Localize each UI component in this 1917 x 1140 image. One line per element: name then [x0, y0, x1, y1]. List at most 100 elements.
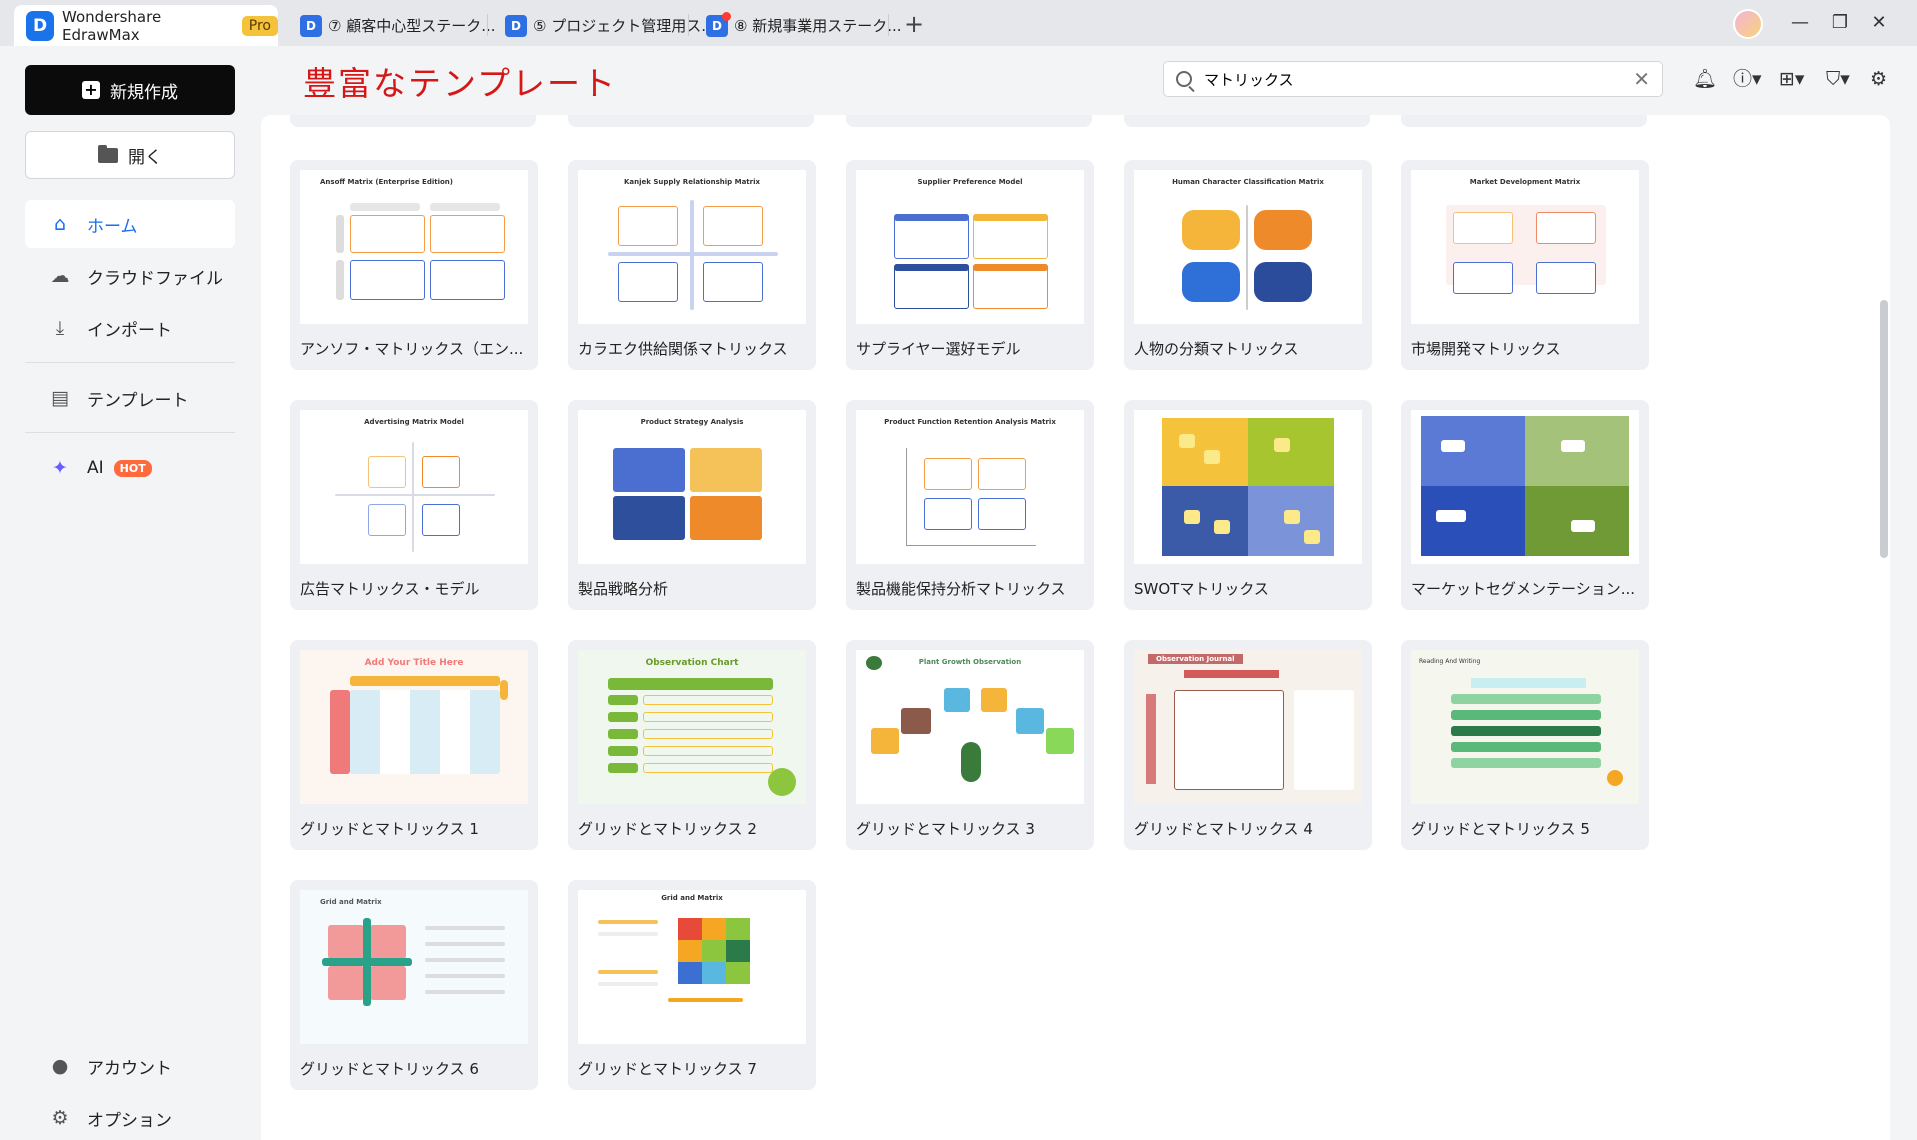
template-card[interactable]: Advertising Matrix Model 広告マトリックス・モデル: [290, 400, 538, 610]
sidebar-item-label: ホーム: [87, 216, 138, 237]
thumbnail-title: Market Development Matrix: [1469, 178, 1581, 186]
sidebar-divider: [25, 362, 235, 363]
hot-badge: HOT: [113, 459, 152, 477]
thumbnail-title: Plant Growth Observation: [918, 658, 1022, 666]
template-thumbnail: Advertising Matrix Model: [300, 410, 528, 564]
template-card[interactable]: Human Character Classification Matrix 人物…: [1124, 160, 1372, 370]
tab-label: ⑦ 顧客中心型ステーク...: [328, 17, 496, 35]
search-bar[interactable]: ✕: [1163, 61, 1663, 97]
tab-document-3[interactable]: D ⑧ 新規事業用ステーク...: [706, 5, 902, 46]
card-peek: [1401, 115, 1647, 127]
template-card[interactable]: マーケットセグメンテーション...: [1401, 400, 1649, 610]
tab-divider: [888, 14, 889, 36]
close-window-button[interactable]: ✕: [1864, 8, 1894, 38]
template-thumbnail: Grid and Matrix: [300, 890, 528, 1044]
template-card[interactable]: Supplier Preference Model サプライヤー選好モデル: [846, 160, 1094, 370]
thumbnail-title: Grid and Matrix: [320, 898, 382, 906]
bell-icon[interactable]: 🔔︎: [1693, 66, 1717, 92]
template-thumbnail: Plant Growth Observation: [856, 650, 1084, 804]
template-thumbnail: Kanjek Supply Relationship Matrix: [578, 170, 806, 324]
search-input[interactable]: [1204, 70, 1634, 88]
restore-button[interactable]: ❐: [1825, 8, 1855, 38]
template-card[interactable]: Grid and Matrix グリッドとマトリックス 7: [568, 880, 816, 1090]
template-thumbnail: Supplier Preference Model: [856, 170, 1084, 324]
template-card[interactable]: Plant Growth Observation グリッドとマトリックス 3: [846, 640, 1094, 850]
template-card[interactable]: Product Strategy Analysis 製品戦略分析: [568, 400, 816, 610]
help-icon[interactable]: ⓘ▾: [1733, 66, 1762, 92]
sparkle-icon: ✦: [52, 457, 68, 479]
template-label: 製品機能保持分析マトリックス: [856, 580, 1066, 598]
template-thumbnail: Product Function Retention Analysis Matr…: [856, 410, 1084, 564]
sidebar-item-label: テンプレート: [87, 390, 189, 411]
sidebar-item-label: アカウント: [87, 1058, 172, 1079]
home-icon: ⌂: [53, 213, 67, 235]
card-peek: [568, 115, 814, 127]
template-thumbnail: [1134, 410, 1362, 564]
thumbnail-title: Reading And Writing: [1419, 658, 1481, 665]
template-card[interactable]: Observation Chart グリッドとマトリックス 2: [568, 640, 816, 850]
sidebar-item-account[interactable]: ● アカウント: [25, 1042, 235, 1090]
document-icon: D: [706, 11, 731, 37]
theme-shirt-icon[interactable]: ⛉▾: [1826, 66, 1850, 92]
template-label: グリッドとマトリックス 6: [300, 1060, 479, 1078]
sidebar-item-label: インポート: [87, 320, 172, 341]
template-card[interactable]: Product Function Retention Analysis Matr…: [846, 400, 1094, 610]
template-label: グリッドとマトリックス 1: [300, 820, 479, 838]
edrawmax-logo-icon: D: [26, 10, 55, 41]
thumbnail-title: Supplier Preference Model: [917, 178, 1023, 186]
clear-search-icon[interactable]: ✕: [1633, 67, 1650, 91]
template-card[interactable]: Grid and Matrix グリッドとマトリックス 6: [290, 880, 538, 1090]
sidebar-item-home[interactable]: ⌂ ホーム: [25, 200, 235, 248]
template-card[interactable]: Kanjek Supply Relationship Matrix カラエク供給…: [568, 160, 816, 370]
template-thumbnail: [1411, 410, 1639, 564]
thumbnail-title: Product Function Retention Analysis Matr…: [884, 418, 1056, 426]
new-tab-button[interactable]: +: [900, 10, 928, 38]
tab-divider: [688, 14, 689, 36]
user-avatar[interactable]: [1733, 9, 1763, 39]
template-thumbnail: Observation Chart: [578, 650, 806, 804]
template-card[interactable]: Ansoff Matrix (Enterprise Edition) アンソフ・…: [290, 160, 538, 370]
template-thumbnail: Product Strategy Analysis: [578, 410, 806, 564]
sidebar-item-templates[interactable]: ▤ テンプレート: [25, 374, 235, 422]
template-card[interactable]: Add Your Title Here グリッドとマトリックス 1: [290, 640, 538, 850]
thumbnail-title: Kanjek Supply Relationship Matrix: [623, 178, 760, 186]
document-icon: D: [505, 14, 527, 37]
tab-document-1[interactable]: D ⑦ 顧客中心型ステーク...: [300, 5, 496, 46]
page-title: 豊富なテンプレート: [303, 64, 618, 103]
sidebar-item-label: オプション: [87, 1110, 172, 1131]
card-peek: [1124, 115, 1370, 127]
sidebar-item-import[interactable]: ⤓ インポート: [25, 304, 235, 352]
apps-grid-icon[interactable]: ⊞▾: [1779, 66, 1804, 92]
sidebar-item-options[interactable]: ⚙ オプション: [25, 1094, 235, 1140]
template-label: SWOTマトリックス: [1134, 580, 1269, 598]
vertical-scrollbar[interactable]: [1880, 300, 1888, 558]
template-label: グリッドとマトリックス 7: [578, 1060, 757, 1078]
new-document-button[interactable]: + 新規作成: [25, 65, 235, 115]
template-card[interactable]: Observation Journal グリッドとマトリックス 4: [1124, 640, 1372, 850]
plus-icon: +: [82, 81, 100, 99]
tab-document-2[interactable]: D ⑤ プロジェクト管理用ス...: [505, 5, 716, 46]
card-peek: [290, 115, 536, 127]
template-card[interactable]: SWOTマトリックス: [1124, 400, 1372, 610]
folder-icon: [98, 144, 118, 163]
template-card[interactable]: Reading And Writing グリッドとマトリックス 5: [1401, 640, 1649, 850]
tab-app-home[interactable]: D Wondershare EdrawMax Pro: [14, 5, 278, 46]
new-document-label: 新規作成: [110, 82, 178, 103]
search-icon: [1176, 71, 1192, 87]
sidebar-item-ai[interactable]: ✦ AI HOT: [25, 444, 235, 492]
settings-gear-icon[interactable]: ⚙: [1870, 66, 1887, 92]
template-label: マーケットセグメンテーション...: [1411, 580, 1636, 598]
minimize-button[interactable]: —: [1785, 8, 1815, 38]
thumbnail-title: Advertising Matrix Model: [364, 418, 464, 426]
template-thumbnail: Grid and Matrix: [578, 890, 806, 1044]
template-label: グリッドとマトリックス 4: [1134, 820, 1313, 838]
template-label: 広告マトリックス・モデル: [300, 580, 480, 598]
open-file-button[interactable]: 開く: [25, 131, 235, 179]
tab-label: ⑧ 新規事業用ステーク...: [734, 17, 902, 35]
sidebar-item-cloud-files[interactable]: ☁ クラウドファイル: [25, 252, 235, 300]
account-icon: ●: [51, 1055, 69, 1077]
title-bar: D Wondershare EdrawMax Pro D ⑦ 顧客中心型ステーク…: [0, 0, 1917, 46]
template-card[interactable]: Market Development Matrix 市場開発マトリックス: [1401, 160, 1649, 370]
template-thumbnail: Observation Journal: [1134, 650, 1362, 804]
template-thumbnail: Ansoff Matrix (Enterprise Edition): [300, 170, 528, 324]
